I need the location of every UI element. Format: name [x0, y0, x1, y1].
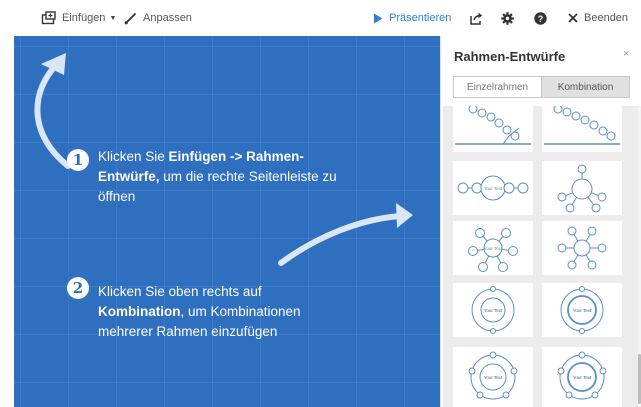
ring-layout-preview: Your Text	[560, 286, 604, 334]
insert-menu[interactable]: Einfügen ▼	[41, 0, 116, 36]
layout-thumbnail[interactable]: Your Text	[453, 161, 533, 215]
guide-arrows	[34, 53, 413, 266]
step-1-badge: 1	[67, 149, 89, 171]
top-toolbar: Einfügen ▼ Anpassen Präsentieren ? Beend…	[0, 0, 641, 36]
play-icon	[373, 13, 383, 24]
present-label: Präsentieren	[389, 12, 452, 24]
sidebar-close-icon[interactable]: ×	[623, 48, 629, 60]
hub-layout-preview: Your Text	[457, 175, 529, 201]
frame-insert-icon	[41, 11, 56, 25]
settings-button[interactable]	[501, 0, 514, 36]
help-button[interactable]: ?	[534, 0, 547, 36]
ring-satellite-layout-preview: Your Text	[557, 351, 607, 400]
brush-icon	[124, 12, 137, 25]
svg-text:?: ?	[538, 14, 544, 24]
step-2-badge: 2	[67, 277, 89, 299]
exit-button[interactable]: Beenden	[568, 0, 628, 36]
arrow-head-right	[396, 203, 413, 228]
help-icon: ?	[534, 11, 547, 25]
sidebar-title: Rahmen-Entwürfe	[454, 49, 566, 64]
step-2-text-start: Klicken Sie oben rechts auf	[98, 284, 262, 299]
presentation-canvas[interactable]: 1 Klicken Sie Einfügen -> Rahmen-Entwürf…	[14, 36, 440, 407]
thumbnail-label: Your Text	[484, 246, 503, 251]
sidebar-tabs: Einzelrahmen Kombination	[453, 76, 630, 98]
thumbnail-label: Your Text	[573, 375, 592, 380]
customize-button[interactable]: Anpassen	[124, 0, 192, 36]
layout-thumbnail[interactable]: Your Text	[542, 347, 622, 407]
step-2-text: Klicken Sie oben rechts auf Kombination,…	[98, 282, 350, 342]
layout-thumbnail[interactable]: Your Text	[453, 221, 533, 275]
thumbnail-label: Your Text	[573, 308, 592, 313]
ring-layout-preview: Your Text	[471, 286, 515, 334]
arrow-right	[278, 213, 403, 266]
left-margin	[0, 36, 14, 407]
layout-thumbnail[interactable]	[453, 106, 533, 152]
layout-thumbnail[interactable]: Your Text	[542, 283, 622, 337]
frame-layouts-sidebar: Rahmen-Entwürfe × Einzelrahmen Kombinati…	[440, 36, 641, 407]
layout-thumbnail-grid: Your Text Your Text Your Text Your Text …	[443, 106, 638, 407]
tab-single-frames[interactable]: Einzelrahmen	[453, 76, 542, 98]
gear-icon	[501, 11, 514, 25]
layout-thumbnail[interactable]	[542, 221, 622, 275]
customize-label: Anpassen	[143, 12, 192, 24]
thumbnail-label: Your Text	[484, 375, 503, 380]
layout-thumbnail[interactable]	[542, 106, 622, 152]
share-button[interactable]	[469, 0, 483, 36]
ring-satellite-layout-preview: Your Text	[468, 351, 518, 400]
close-icon	[568, 13, 578, 23]
chevron-down-icon: ▼	[109, 14, 117, 22]
path-layout-preview	[544, 106, 620, 145]
share-icon	[469, 12, 483, 25]
present-button[interactable]: Präsentieren	[373, 0, 451, 36]
thumbnail-label: Your Text	[484, 186, 503, 191]
path-layout-preview	[455, 106, 531, 145]
arrow-up-left	[34, 60, 71, 169]
star-layout-preview	[557, 226, 607, 270]
step-2-text-bold: Kombination	[98, 304, 181, 319]
layout-thumbnail[interactable]: Your Text	[453, 283, 533, 337]
star-layout-preview: Your Text	[468, 228, 518, 272]
step-1-text: Klicken Sie Einfügen -> Rahmen-Entwürfe,…	[98, 147, 338, 207]
thumbnail-label: Your Text	[484, 308, 503, 313]
radial-layout-preview	[557, 164, 607, 213]
layout-thumbnail[interactable]: Your Text	[453, 347, 533, 407]
tab-combination[interactable]: Kombination	[542, 76, 630, 98]
step-1-text-start: Klicken Sie	[98, 149, 169, 164]
insert-label: Einfügen	[62, 12, 106, 24]
layout-thumbnail[interactable]	[542, 161, 622, 215]
exit-label: Beenden	[584, 12, 629, 24]
